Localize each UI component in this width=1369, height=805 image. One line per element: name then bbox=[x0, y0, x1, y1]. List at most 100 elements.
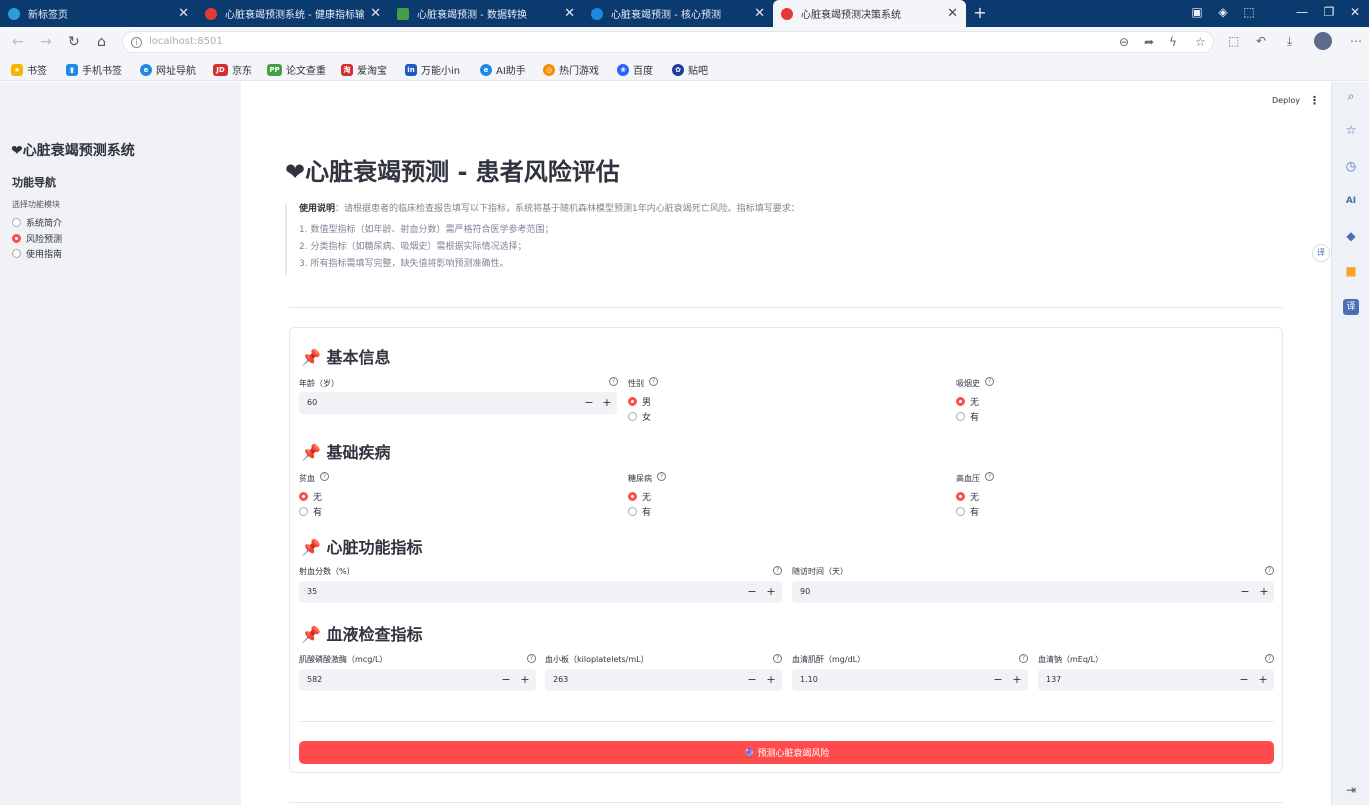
undo-icon[interactable]: ↶ bbox=[1256, 34, 1266, 48]
new-tab-button[interactable]: + bbox=[972, 3, 988, 22]
close-icon[interactable]: ✕ bbox=[947, 6, 958, 21]
copilot-icon[interactable]: ◈ bbox=[1215, 5, 1231, 19]
forward-icon[interactable]: → bbox=[40, 34, 52, 50]
games-icon[interactable]: ◆ bbox=[1343, 228, 1359, 244]
increment-button[interactable]: + bbox=[765, 673, 777, 686]
decrement-button[interactable]: − bbox=[1239, 585, 1251, 598]
bookmark-taobao[interactable]: 淘爱淘宝 bbox=[341, 62, 387, 77]
site-info-icon[interactable]: i bbox=[131, 37, 142, 48]
age-input[interactable]: 60 − + bbox=[299, 392, 617, 414]
tab-core-predict[interactable]: 心脏衰竭预测 - 核心预测 ✕ bbox=[583, 0, 773, 27]
increment-button[interactable]: + bbox=[601, 396, 613, 409]
help-icon[interactable]: ? bbox=[1265, 654, 1274, 663]
toolbox-icon[interactable]: ■ bbox=[1343, 263, 1359, 279]
favorites-icon[interactable]: ☆ bbox=[1343, 122, 1359, 138]
bookmark-ai[interactable]: e AI助手 bbox=[480, 62, 526, 77]
radio-icon[interactable] bbox=[628, 412, 637, 421]
radio-selected-icon[interactable] bbox=[956, 492, 965, 501]
sex-option-female[interactable]: 女 bbox=[628, 410, 651, 423]
zoom-icon[interactable]: ⊖ bbox=[1119, 35, 1129, 49]
help-icon[interactable]: ? bbox=[773, 654, 782, 663]
radio-selected-icon[interactable] bbox=[628, 397, 637, 406]
creatinine-input[interactable]: 1.10 − + bbox=[792, 669, 1028, 691]
tab-new-tab[interactable]: 新标签页 ✕ bbox=[0, 0, 197, 27]
hypertension-option-yes[interactable]: 有 bbox=[956, 505, 979, 518]
help-icon[interactable]: ? bbox=[1265, 566, 1274, 575]
bookmark-nav[interactable]: e 网址导航 bbox=[140, 62, 196, 77]
bookmark-jd[interactable]: JD 京东 bbox=[213, 62, 252, 77]
radio-icon[interactable] bbox=[12, 218, 21, 227]
bookmark-games[interactable]: ◎ 热门游戏 bbox=[543, 62, 599, 77]
sidebar-item-intro[interactable]: 系统简介 bbox=[12, 216, 62, 229]
help-icon[interactable]: ? bbox=[609, 377, 618, 386]
bookmark-baidu[interactable]: ❀ 百度 bbox=[617, 62, 653, 77]
ai-icon[interactable]: AI bbox=[1343, 193, 1359, 209]
close-icon[interactable]: ✕ bbox=[754, 6, 765, 21]
close-icon[interactable]: ✕ bbox=[370, 6, 381, 21]
close-icon[interactable]: ✕ bbox=[178, 6, 189, 21]
translate-icon[interactable]: 译 bbox=[1343, 299, 1359, 315]
home-icon[interactable]: ⌂ bbox=[97, 34, 106, 50]
decrement-button[interactable]: − bbox=[992, 673, 1004, 686]
bookmark-tieba[interactable]: ✿ 贴吧 bbox=[672, 62, 708, 77]
bookmark-xiaoin[interactable]: in 万能小in bbox=[405, 62, 460, 77]
url-bar[interactable]: i localhost:8501 ⊖ ➦ ϟ ☆ bbox=[122, 31, 1214, 53]
share-icon[interactable]: ➦ bbox=[1144, 35, 1154, 49]
radio-selected-icon[interactable] bbox=[299, 492, 308, 501]
decrement-button[interactable]: − bbox=[500, 673, 512, 686]
radio-icon[interactable] bbox=[956, 412, 965, 421]
avatar[interactable] bbox=[1314, 32, 1332, 50]
search-icon[interactable]: ⌕ bbox=[1343, 88, 1359, 104]
bookmark-shuqian[interactable]: ★ 书签 bbox=[11, 62, 47, 77]
increment-button[interactable]: + bbox=[1257, 673, 1269, 686]
radio-icon[interactable] bbox=[628, 507, 637, 516]
help-icon[interactable]: ? bbox=[657, 472, 666, 481]
refresh-icon[interactable]: ↻ bbox=[68, 34, 80, 50]
tab-decision-system[interactable]: 心脏衰竭预测决策系统 ✕ bbox=[773, 0, 966, 27]
menu-icon[interactable]: ⋮ bbox=[1309, 94, 1320, 107]
deploy-button[interactable]: Deploy bbox=[1272, 96, 1300, 105]
ejection-fraction-input[interactable]: 35 − + bbox=[299, 581, 782, 603]
radio-icon[interactable] bbox=[299, 507, 308, 516]
decrement-button[interactable]: − bbox=[746, 673, 758, 686]
hypertension-option-no[interactable]: 无 bbox=[956, 490, 979, 503]
decrement-button[interactable]: − bbox=[1238, 673, 1250, 686]
tab-actions-icon[interactable]: ▣ bbox=[1189, 5, 1205, 19]
minimize-icon[interactable]: — bbox=[1294, 5, 1310, 19]
help-icon[interactable]: ? bbox=[649, 377, 658, 386]
increment-button[interactable]: + bbox=[765, 585, 777, 598]
increment-button[interactable]: + bbox=[1011, 673, 1023, 686]
radio-selected-icon[interactable] bbox=[628, 492, 637, 501]
close-window-icon[interactable]: ✕ bbox=[1347, 5, 1363, 19]
maximize-icon[interactable]: ❐ bbox=[1321, 5, 1337, 19]
back-icon[interactable]: ← bbox=[12, 34, 24, 50]
radio-selected-icon[interactable] bbox=[956, 397, 965, 406]
smoking-option-no[interactable]: 无 bbox=[956, 395, 979, 408]
followup-input[interactable]: 90 − + bbox=[792, 581, 1274, 603]
predict-risk-button[interactable]: 🔮 预测心脏衰竭风险 bbox=[299, 741, 1274, 764]
history-icon[interactable]: ◷ bbox=[1343, 158, 1359, 174]
anaemia-option-yes[interactable]: 有 bbox=[299, 505, 322, 518]
download-icon[interactable]: ⤓ bbox=[1287, 34, 1292, 49]
smoking-option-yes[interactable]: 有 bbox=[956, 410, 979, 423]
radio-icon[interactable] bbox=[956, 507, 965, 516]
diabetes-option-no[interactable]: 无 bbox=[628, 490, 651, 503]
decrement-button[interactable]: − bbox=[583, 396, 595, 409]
help-icon[interactable]: ? bbox=[773, 566, 782, 575]
extensions-puzzle-icon[interactable]: ⬚ bbox=[1228, 34, 1239, 48]
bolt-icon[interactable]: ϟ bbox=[1169, 35, 1177, 49]
sidebar-item-risk[interactable]: 风险预测 bbox=[12, 232, 62, 245]
tab-data-transform[interactable]: 心脏衰竭预测 - 数据转换 ✕ bbox=[389, 0, 583, 27]
collapse-panel-icon[interactable]: ⇥ bbox=[1343, 782, 1359, 798]
extensions-icon[interactable]: ⬚ bbox=[1241, 5, 1257, 19]
more-icon[interactable]: ⋯ bbox=[1350, 34, 1362, 48]
tab-health-input[interactable]: 心脏衰竭预测系统 - 健康指标输入 ✕ bbox=[197, 0, 389, 27]
cpk-input[interactable]: 582 − + bbox=[299, 669, 536, 691]
bookmark-mobile[interactable]: ▮ 手机书签 bbox=[66, 62, 122, 77]
decrement-button[interactable]: − bbox=[746, 585, 758, 598]
help-icon[interactable]: ? bbox=[985, 377, 994, 386]
sodium-input[interactable]: 137 − + bbox=[1038, 669, 1274, 691]
anaemia-option-no[interactable]: 无 bbox=[299, 490, 322, 503]
radio-selected-icon[interactable] bbox=[12, 234, 21, 243]
help-icon[interactable]: ? bbox=[985, 472, 994, 481]
